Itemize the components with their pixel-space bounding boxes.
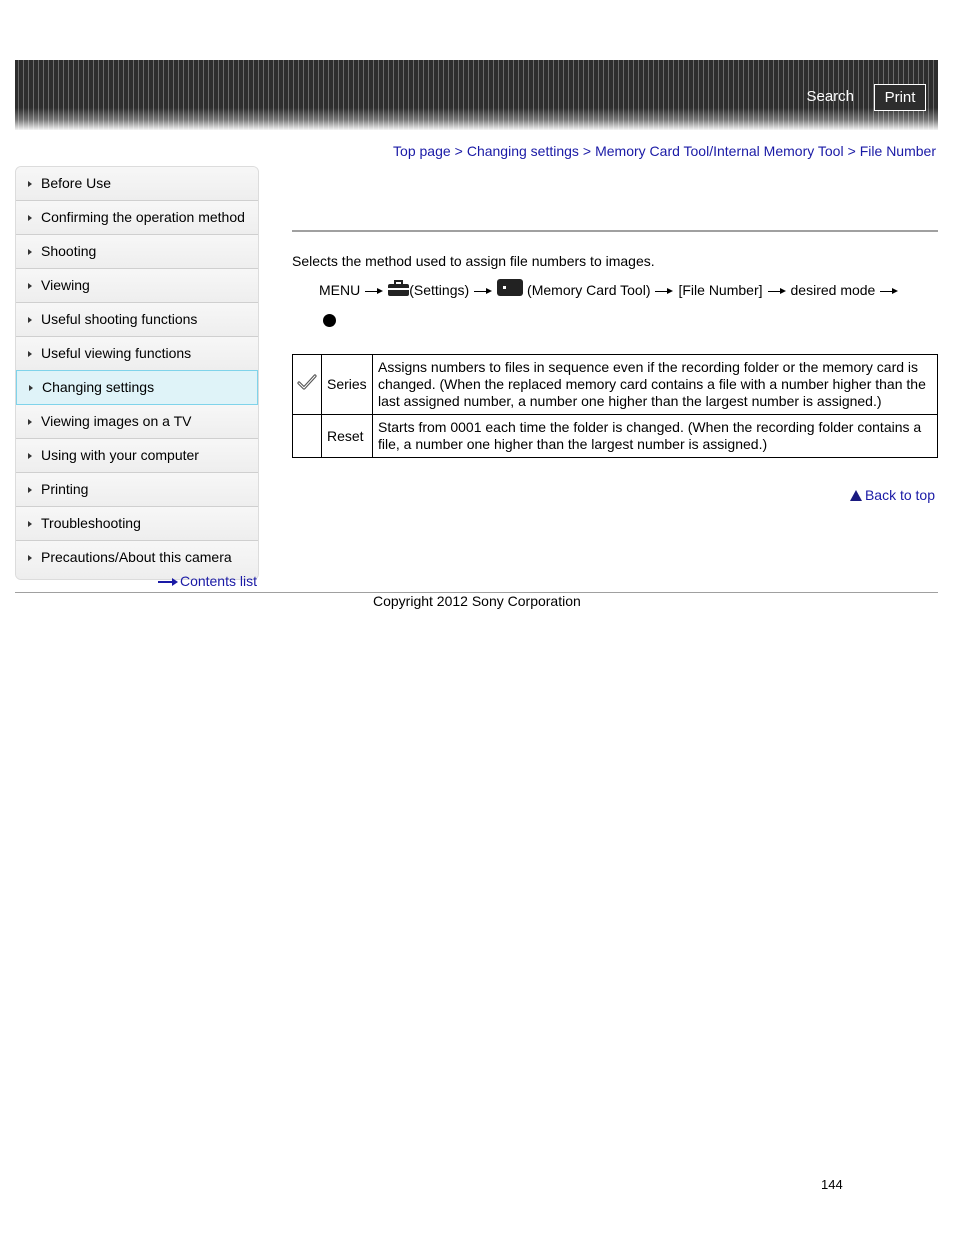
triangle-right-icon (28, 521, 32, 527)
breadcrumb-memory-card-tool[interactable]: Memory Card Tool/Internal Memory Tool (595, 143, 843, 159)
sidebar-item-label: Before Use (41, 175, 112, 191)
memory-card-icon (497, 279, 524, 296)
arrow-right-icon (655, 287, 674, 295)
print-button[interactable]: Print (874, 84, 926, 111)
arrow-right-icon (767, 287, 786, 295)
default-indicator-cell (292, 414, 322, 458)
sidebar-item-troubleshooting[interactable]: Troubleshooting (16, 507, 258, 541)
triangle-right-icon (29, 385, 33, 391)
step-settings: (Settings) (409, 282, 470, 298)
arrow-right-icon (474, 287, 493, 295)
arrow-right-icon (365, 287, 384, 295)
sidebar-item-label: Confirming the operation method (41, 209, 245, 225)
step-desired-mode: desired mode (790, 282, 876, 298)
triangle-right-icon (28, 453, 32, 459)
sidebar-item-confirming-operation[interactable]: Confirming the operation method (16, 201, 258, 235)
breadcrumb-changing-settings[interactable]: Changing settings (467, 143, 579, 159)
triangle-right-icon (28, 181, 32, 187)
arrow-right-icon (157, 577, 178, 587)
sidebar-item-viewing[interactable]: Viewing (16, 269, 258, 303)
table-row: Series Assigns numbers to files in seque… (292, 354, 938, 415)
default-indicator-cell (292, 354, 322, 415)
back-to-top-label: Back to top (864, 487, 935, 503)
sidebar-item-label: Using with your computer (41, 447, 199, 463)
sidebar-item-label: Viewing images on a TV (41, 413, 192, 429)
mode-name: Reset (321, 414, 373, 458)
triangle-right-icon (28, 351, 32, 357)
triangle-up-icon (849, 490, 862, 501)
breadcrumb-separator: > (582, 143, 592, 159)
triangle-right-icon (28, 419, 32, 425)
triangle-right-icon (28, 249, 32, 255)
menu-steps: MENU (Settings) (Memory Card Tool) [File N… (319, 279, 929, 327)
page-description: Selects the method used to assign file n… (292, 253, 655, 269)
sidebar-item-label: Precautions/About this camera (41, 549, 232, 565)
breadcrumb-separator: > (847, 143, 856, 159)
triangle-right-icon (28, 283, 32, 289)
mode-description: Starts from 0001 each time the folder is… (372, 414, 938, 458)
sidebar-item-label: Viewing (41, 277, 90, 293)
back-to-top-link[interactable]: Back to top (849, 487, 935, 503)
sidebar-item-label: Printing (41, 481, 89, 497)
triangle-right-icon (28, 555, 32, 561)
breadcrumb-top-page[interactable]: Top page (393, 143, 451, 159)
breadcrumb-file-number[interactable]: File Number (860, 143, 936, 159)
sidebar-item-using-with-computer[interactable]: Using with your computer (16, 439, 258, 473)
step-memory-card-tool: (Memory Card Tool) (527, 282, 651, 298)
sidebar-nav: Before Use Confirming the operation meth… (15, 166, 259, 580)
triangle-right-icon (28, 487, 32, 493)
header-bar: Search Print (15, 60, 938, 130)
search-link[interactable]: Search (806, 88, 854, 105)
mode-name: Series (321, 354, 373, 415)
breadcrumb-separator: > (454, 143, 463, 159)
contents-list-link[interactable]: Contents list (157, 573, 257, 589)
sidebar-item-shooting[interactable]: Shooting (16, 235, 258, 269)
file-number-modes-table: Series Assigns numbers to files in seque… (292, 354, 938, 458)
sidebar-item-label: Useful shooting functions (41, 311, 198, 327)
triangle-right-icon (28, 317, 32, 323)
sidebar-item-label: Troubleshooting (41, 515, 141, 531)
sidebar-item-changing-settings[interactable]: Changing settings (16, 370, 258, 405)
sidebar-item-label: Useful viewing functions (41, 345, 192, 361)
breadcrumb: Top page > Changing settings > Memory Card T… (393, 143, 936, 159)
sidebar-item-viewing-on-tv[interactable]: Viewing images on a TV (16, 405, 258, 439)
sidebar-item-printing[interactable]: Printing (16, 473, 258, 507)
copyright-text: Copyright 2012 Sony Corporation (373, 593, 581, 609)
table-row: Reset Starts from 0001 each time the fol… (292, 414, 938, 458)
mode-description: Assigns numbers to files in sequence eve… (372, 354, 938, 415)
sidebar-item-label: Shooting (41, 243, 97, 259)
center-button-icon (323, 314, 336, 327)
checkmark-icon (297, 373, 317, 390)
arrow-right-icon (880, 287, 899, 295)
contents-list-label: Contents list (179, 573, 257, 589)
settings-toolbox-icon (388, 280, 410, 296)
title-divider (292, 230, 938, 232)
sidebar-item-useful-shooting[interactable]: Useful shooting functions (16, 303, 258, 337)
sidebar-item-label: Changing settings (42, 379, 155, 395)
sidebar-item-useful-viewing[interactable]: Useful viewing functions (16, 337, 258, 371)
triangle-right-icon (28, 215, 32, 221)
page-number: 144 (821, 1177, 843, 1192)
step-menu: MENU (319, 282, 361, 298)
step-file-number: [File Number] (678, 282, 763, 298)
sidebar-item-before-use[interactable]: Before Use (16, 167, 258, 201)
